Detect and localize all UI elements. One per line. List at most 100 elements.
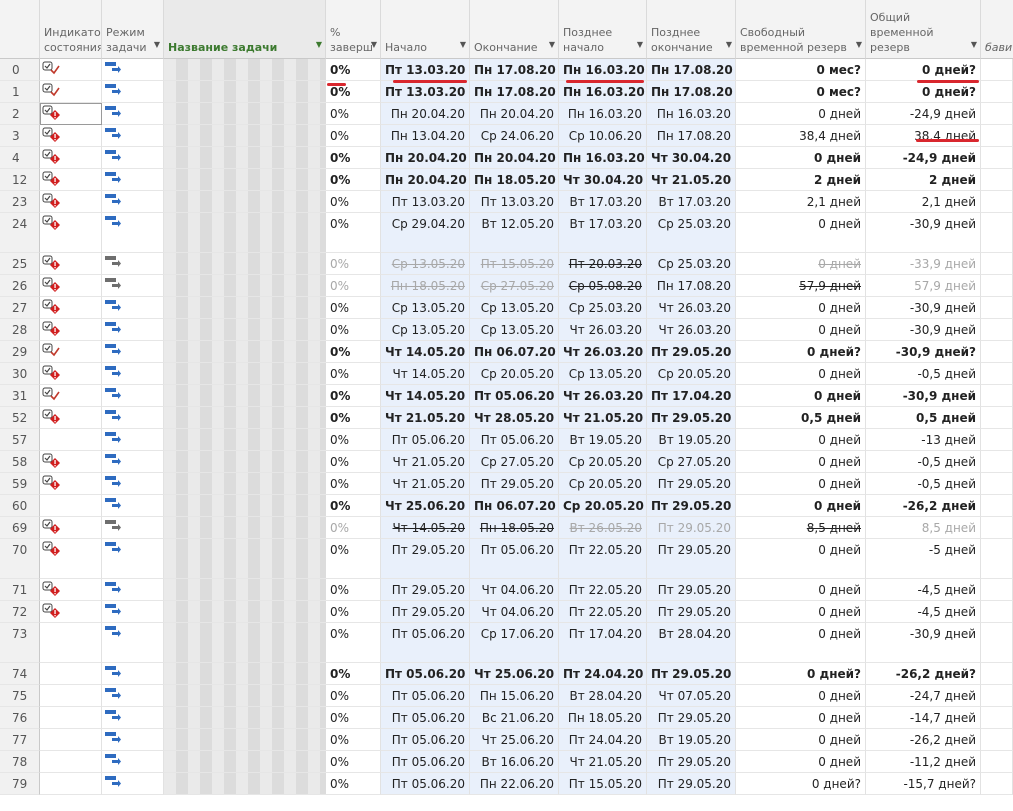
chevron-down-icon[interactable]: ▼ <box>856 37 862 52</box>
table-row[interactable]: 12 0% Пн 20.04.20 Пн 18.05.20 Чт 30.04.20 Чт … <box>0 169 1013 191</box>
late-finish-cell[interactable]: Пт 29.05.20 <box>647 473 736 495</box>
extra-cell-cell[interactable] <box>981 539 1013 579</box>
table-row[interactable]: 31 0% Чт 14.05.20 Пт 05.06.20 Чт 26.03.20 Пт … <box>0 385 1013 407</box>
status-indicator-cell[interactable] <box>40 297 102 319</box>
percent-complete-cell[interactable]: 0% <box>326 685 381 707</box>
extra-cell-cell[interactable] <box>981 319 1013 341</box>
task-name-cell[interactable] <box>164 319 326 341</box>
status-indicator-cell[interactable] <box>40 275 102 297</box>
task-name-cell[interactable] <box>164 341 326 363</box>
table-row[interactable]: 70 0% Пт 29.05.20 Пт 05.06.20 Пт 22.05.20 Пт … <box>0 539 1013 579</box>
extra-cell-cell[interactable] <box>981 147 1013 169</box>
finish-date-cell[interactable]: Чт 25.06.20 <box>470 663 559 685</box>
task-name-cell[interactable] <box>164 253 326 275</box>
free-slack-cell[interactable]: 0 дней <box>736 429 866 451</box>
percent-complete-cell[interactable]: 0% <box>326 539 381 579</box>
late-finish-cell[interactable]: Ср 25.03.20 <box>647 213 736 253</box>
extra-cell-cell[interactable] <box>981 125 1013 147</box>
start-date-cell[interactable]: Пт 05.06.20 <box>381 623 470 663</box>
finish-date-cell[interactable]: Пн 18.05.20 <box>470 517 559 539</box>
late-start-cell[interactable]: Пн 18.05.20 <box>559 707 647 729</box>
finish-date-cell[interactable]: Пн 06.07.20 <box>470 495 559 517</box>
extra-cell-cell[interactable] <box>981 253 1013 275</box>
late-start-cell[interactable]: Ср 20.05.20 <box>559 473 647 495</box>
finish-date-cell[interactable]: Чт 04.06.20 <box>470 579 559 601</box>
status-indicator-cell[interactable] <box>40 539 102 579</box>
table-row[interactable]: 26 0% Пн 18.05.20 Ср 27.05.20 Ср 05.08.20 Пн … <box>0 275 1013 297</box>
table-row[interactable]: 29 0% Чт 14.05.20 Пн 06.07.20 Чт 26.03.20 Пт … <box>0 341 1013 363</box>
table-row[interactable]: 60 0% Чт 25.06.20 Пн 06.07.20 Ср 20.05.20 Пт … <box>0 495 1013 517</box>
task-name-cell[interactable] <box>164 191 326 213</box>
header-name[interactable]: Название задачи ▼ <box>164 0 326 59</box>
finish-date-cell[interactable]: Чт 04.06.20 <box>470 601 559 623</box>
extra-cell-cell[interactable] <box>981 81 1013 103</box>
finish-date-cell[interactable]: Ср 13.05.20 <box>470 319 559 341</box>
row-id-cell[interactable]: 27 <box>0 297 40 319</box>
task-mode-cell[interactable] <box>102 539 164 579</box>
percent-complete-cell[interactable]: 0% <box>326 429 381 451</box>
start-date-cell[interactable]: Чт 21.05.20 <box>381 473 470 495</box>
task-mode-cell[interactable] <box>102 729 164 751</box>
task-mode-cell[interactable] <box>102 319 164 341</box>
free-slack-cell[interactable]: 0 дней <box>736 319 866 341</box>
total-slack-cell[interactable]: -30,9 дней? <box>866 341 981 363</box>
late-start-cell[interactable]: Ср 13.05.20 <box>559 363 647 385</box>
table-row[interactable]: 4 0% Пн 20.04.20 Пн 20.04.20 Пн 16.03.20 Чт 3… <box>0 147 1013 169</box>
status-indicator-cell[interactable] <box>40 253 102 275</box>
extra-cell-cell[interactable] <box>981 191 1013 213</box>
start-date-cell[interactable]: Пн 20.04.20 <box>381 147 470 169</box>
status-indicator-cell[interactable] <box>40 601 102 623</box>
status-indicator-cell[interactable] <box>40 707 102 729</box>
task-mode-cell[interactable] <box>102 517 164 539</box>
status-indicator-cell[interactable] <box>40 495 102 517</box>
task-mode-cell[interactable] <box>102 341 164 363</box>
task-name-cell[interactable] <box>164 539 326 579</box>
start-date-cell[interactable]: Пт 05.06.20 <box>381 707 470 729</box>
total-slack-cell[interactable]: -24,9 дней <box>866 147 981 169</box>
free-slack-cell[interactable]: 0 дней <box>736 495 866 517</box>
percent-complete-cell[interactable]: 0% <box>326 341 381 363</box>
start-date-cell[interactable]: Чт 21.05.20 <box>381 451 470 473</box>
task-mode-cell[interactable] <box>102 213 164 253</box>
task-mode-cell[interactable] <box>102 579 164 601</box>
header-free-slack[interactable]: Свободный временной резерв ▼ <box>736 0 866 59</box>
late-finish-cell[interactable]: Пт 29.05.20 <box>647 341 736 363</box>
row-id-cell[interactable]: 24 <box>0 213 40 253</box>
total-slack-cell[interactable]: -26,2 дней <box>866 729 981 751</box>
task-name-cell[interactable] <box>164 297 326 319</box>
free-slack-cell[interactable]: 0 дней <box>736 707 866 729</box>
row-id-cell[interactable]: 4 <box>0 147 40 169</box>
extra-cell-cell[interactable] <box>981 429 1013 451</box>
late-finish-cell[interactable]: Пт 29.05.20 <box>647 517 736 539</box>
status-indicator-cell[interactable] <box>40 685 102 707</box>
late-start-cell[interactable]: Пн 16.03.20 <box>559 103 647 125</box>
header-finish[interactable]: Окончание ▼ <box>470 0 559 59</box>
total-slack-cell[interactable]: -15,7 дней? <box>866 773 981 795</box>
task-name-cell[interactable] <box>164 147 326 169</box>
table-row[interactable]: 1 0% Пт 13.03.20 Пн 17.08.20 Пн 16.03.20 Пн 1… <box>0 81 1013 103</box>
percent-complete-cell[interactable]: 0% <box>326 773 381 795</box>
finish-date-cell[interactable]: Пн 17.08.20 <box>470 59 559 81</box>
table-row[interactable]: 3 0% Пн 13.04.20 Ср 24.06.20 Ср 10.06.20 Пн 1… <box>0 125 1013 147</box>
table-row[interactable]: 72 0% Пт 29.05.20 Чт 04.06.20 Пт 22.05.20 Пт … <box>0 601 1013 623</box>
late-start-cell[interactable]: Пн 16.03.20 <box>559 147 647 169</box>
task-name-cell[interactable] <box>164 579 326 601</box>
free-slack-cell[interactable]: 0 дней? <box>736 773 866 795</box>
percent-complete-cell[interactable]: 0% <box>326 275 381 297</box>
extra-cell-cell[interactable] <box>981 517 1013 539</box>
row-id-cell[interactable]: 58 <box>0 451 40 473</box>
late-finish-cell[interactable]: Ср 25.03.20 <box>647 253 736 275</box>
task-mode-cell[interactable] <box>102 169 164 191</box>
task-name-cell[interactable] <box>164 663 326 685</box>
late-start-cell[interactable]: Пт 20.03.20 <box>559 253 647 275</box>
table-row[interactable]: 30 0% Чт 14.05.20 Ср 20.05.20 Ср 13.05.20 Ср … <box>0 363 1013 385</box>
task-mode-cell[interactable] <box>102 103 164 125</box>
finish-date-cell[interactable]: Вс 21.06.20 <box>470 707 559 729</box>
row-id-cell[interactable]: 76 <box>0 707 40 729</box>
percent-complete-cell[interactable]: 0% <box>326 579 381 601</box>
table-row[interactable]: 24 0% Ср 29.04.20 Вт 12.05.20 Вт 17.03.20 Ср … <box>0 213 1013 253</box>
extra-cell-cell[interactable] <box>981 385 1013 407</box>
status-indicator-cell[interactable] <box>40 517 102 539</box>
table-row[interactable]: 76 0% Пт 05.06.20 Вс 21.06.20 Пн 18.05.20 Пт … <box>0 707 1013 729</box>
late-finish-cell[interactable]: Чт 07.05.20 <box>647 685 736 707</box>
